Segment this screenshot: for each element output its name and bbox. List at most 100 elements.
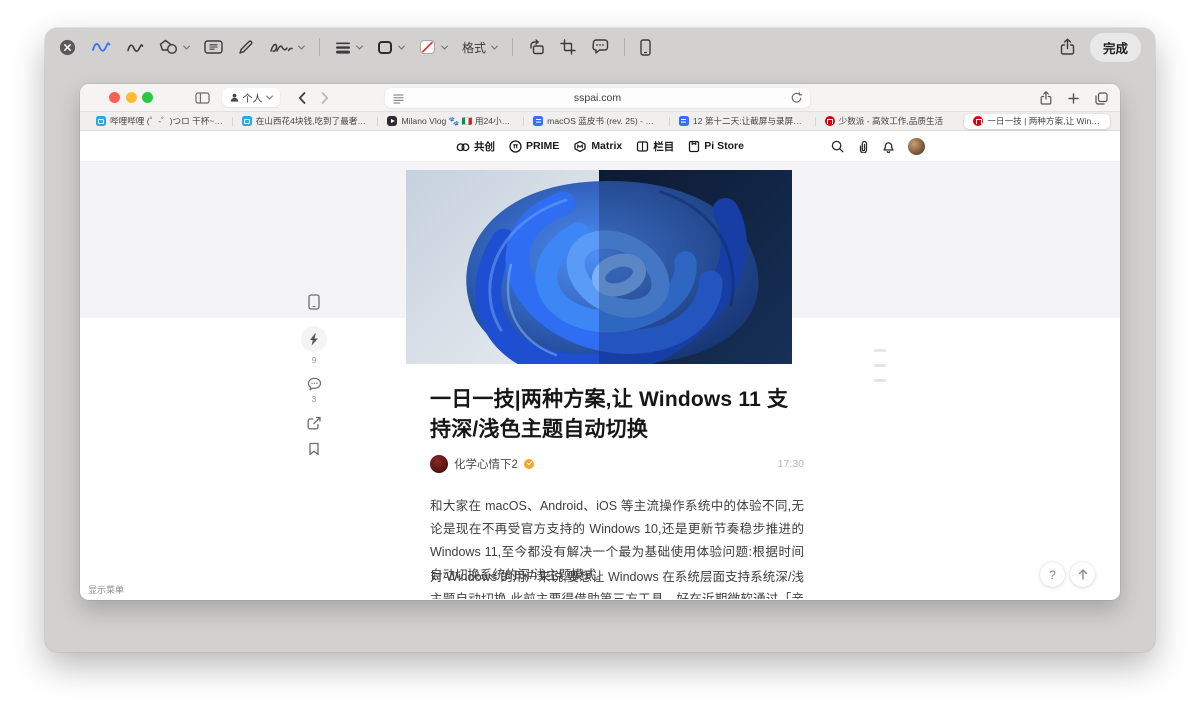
comment-icon: [591, 39, 609, 55]
docs-favicon: [679, 116, 689, 126]
bookmark-button[interactable]: [308, 442, 320, 456]
chevron-down-icon: [356, 42, 363, 49]
article-action-rail: 9 3: [300, 294, 328, 456]
nav-item-prime[interactable]: PRIME: [509, 140, 559, 153]
draw-tool-button[interactable]: [126, 40, 144, 55]
signature-tool-button[interactable]: [269, 40, 304, 55]
nav-item-gongchuang[interactable]: 共创: [456, 139, 495, 154]
nav-item-lanmu[interactable]: 栏目: [636, 139, 674, 154]
help-button[interactable]: ?: [1040, 562, 1065, 587]
color-swatch-icon: [419, 39, 436, 55]
paperclip-icon: [857, 140, 869, 153]
draw-tool-icon: [126, 40, 144, 55]
chevron-left-icon: [298, 92, 306, 104]
site-nav-right: [831, 131, 925, 162]
external-share-icon: [307, 416, 321, 430]
tab-sspai-home[interactable]: 少数派 - 高效工作,品质生活: [816, 114, 962, 129]
tab-day-twelve[interactable]: 12 第十二天:让截屏与录屏简单一-...: [670, 114, 816, 129]
share-article-button[interactable]: [307, 416, 321, 430]
comment-count: 3: [312, 395, 317, 404]
close-icon: [59, 39, 76, 56]
like-button[interactable]: [301, 326, 327, 352]
rotate-icon: [528, 39, 545, 55]
comment-button[interactable]: [591, 39, 609, 55]
article-paragraph: 对 Windows 的用户来说,要想让 Windows 在系统层面支持系统深/浅…: [430, 567, 804, 599]
article-hero-image: [406, 170, 792, 364]
profile-label: 个人: [243, 90, 263, 105]
new-tab-button[interactable]: [1068, 93, 1079, 104]
matrix-icon: [573, 140, 587, 153]
back-button[interactable]: [298, 92, 306, 104]
sidebar-icon: [195, 92, 210, 104]
bilibili-favicon: [242, 116, 252, 126]
scroll-top-button[interactable]: [1070, 562, 1095, 587]
mobile-icon: [308, 294, 320, 310]
reload-icon: [791, 92, 802, 104]
tab-milano-vlog[interactable]: Milano Vlog 🐾 🇮🇹 用24小时爱上...: [378, 114, 524, 129]
traffic-close-button[interactable]: [109, 92, 120, 103]
verified-badge-icon: [524, 459, 534, 469]
comment-button-article[interactable]: [307, 377, 322, 391]
sketch-tool-button[interactable]: [91, 39, 111, 55]
author-avatar[interactable]: [430, 455, 448, 473]
browser-share-button[interactable]: [1040, 91, 1052, 105]
mobile-view-button[interactable]: [308, 294, 320, 310]
nav-item-pi-store[interactable]: Pi Store: [688, 140, 744, 153]
user-avatar[interactable]: [908, 138, 925, 155]
traffic-zoom-button[interactable]: [142, 92, 153, 103]
shape-style-icon: [377, 40, 393, 55]
profile-button[interactable]: 个人: [222, 88, 280, 107]
share-button[interactable]: [1060, 38, 1075, 56]
store-icon: [688, 140, 700, 153]
shape-style-button[interactable]: [377, 40, 404, 55]
shapes-tool-button[interactable]: [159, 39, 189, 55]
author-name[interactable]: 化学心情下2: [454, 456, 518, 472]
page-content: 共创 PRIME Matrix: [80, 131, 1120, 599]
bilibili-favicon: [96, 116, 106, 126]
markup-window: 格式: [45, 28, 1155, 652]
reader-icon[interactable]: [393, 93, 404, 104]
bookmark-icon: [308, 442, 320, 456]
tab-macos-book[interactable]: macOS 蓝皮书 (rev. 25) - 飞书云...: [524, 114, 670, 129]
chevron-down-icon: [491, 42, 498, 49]
address-bar[interactable]: sspai.com: [385, 88, 810, 108]
share-icon: [1040, 91, 1052, 105]
like-count: 9: [312, 356, 317, 365]
forward-button[interactable]: [321, 92, 329, 104]
video-favicon: [387, 116, 397, 126]
sidebar-toggle-button[interactable]: [195, 92, 210, 104]
columns-icon: [636, 140, 649, 153]
prime-icon: [509, 140, 522, 153]
site-notifications-button[interactable]: [882, 140, 895, 153]
chevron-down-icon: [398, 42, 405, 49]
sign-pen-button[interactable]: [238, 39, 254, 55]
close-button[interactable]: [59, 39, 76, 56]
text-tool-icon: [204, 40, 223, 54]
share-icon: [1060, 38, 1075, 56]
device-icon: [640, 39, 651, 56]
site-search-button[interactable]: [831, 140, 844, 153]
line-weight-button[interactable]: [335, 41, 362, 54]
color-swatch-button[interactable]: [419, 39, 447, 55]
chevron-down-icon: [183, 42, 190, 49]
bell-icon: [882, 140, 895, 153]
tab-bilibili-home[interactable]: 哔哩哔哩 (゜-゜)つロ 干杯~-bilibili: [87, 114, 233, 129]
toolbar-right-group: [1040, 84, 1108, 112]
tab-overview-button[interactable]: [1095, 92, 1108, 105]
sspai-favicon: [973, 116, 983, 126]
chevron-down-icon: [298, 42, 305, 49]
tab-bilibili-video[interactable]: 在山西花4块钱,吃到了最奢侈的“...: [233, 114, 379, 129]
site-submit-button[interactable]: [857, 140, 869, 153]
done-button[interactable]: 完成: [1090, 33, 1141, 62]
device-button[interactable]: [640, 39, 651, 56]
traffic-minimize-button[interactable]: [126, 92, 137, 103]
reload-button[interactable]: [791, 92, 802, 104]
rotate-button[interactable]: [528, 39, 545, 55]
text-tool-button[interactable]: [204, 40, 223, 54]
community-icon: [456, 140, 470, 153]
crop-button[interactable]: [560, 39, 576, 55]
tab-article-active[interactable]: 一日一技 | 两种方案,让 Windows...: [964, 114, 1110, 129]
format-menu-button[interactable]: 格式: [462, 39, 497, 56]
toolbar-divider: [624, 38, 625, 56]
nav-item-matrix[interactable]: Matrix: [573, 140, 622, 153]
